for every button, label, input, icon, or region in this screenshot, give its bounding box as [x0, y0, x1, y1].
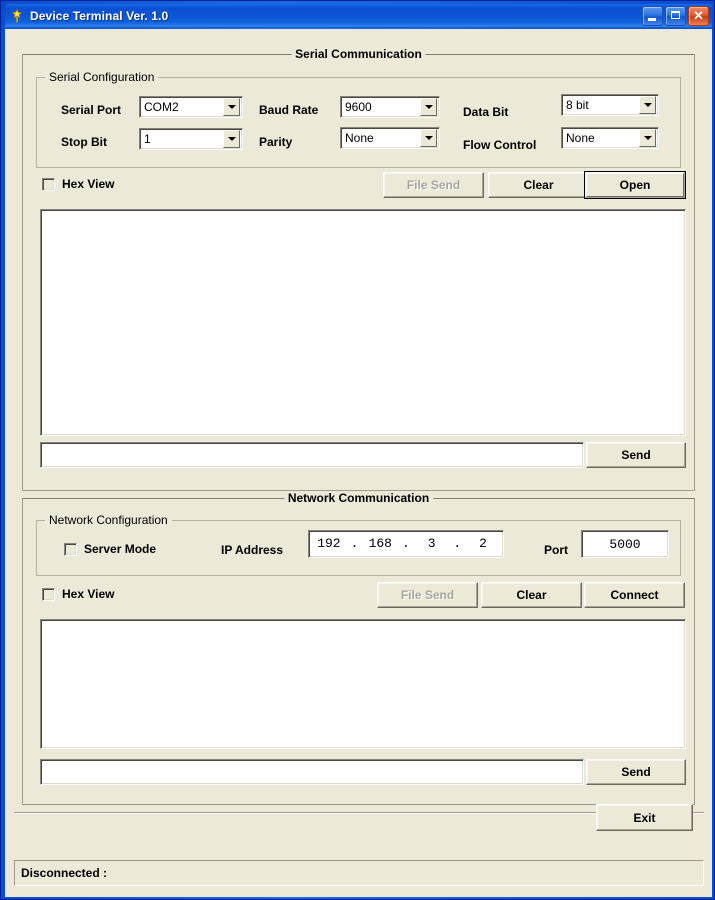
serial-hex-view-checkbox[interactable]: Hex View	[42, 177, 114, 191]
network-connect-label: Connect	[610, 588, 659, 602]
flow-control-combobox[interactable]: None	[561, 127, 659, 149]
serial-configuration-group: Serial Configuration	[36, 70, 681, 168]
chevron-down-icon[interactable]	[420, 129, 437, 147]
stop-bit-label: Stop Bit	[61, 135, 107, 149]
baud-rate-label: Baud Rate	[259, 103, 319, 117]
data-bit-combobox[interactable]: 8 bit	[561, 94, 659, 116]
port-label: Port	[544, 543, 568, 557]
flow-control-label: Flow Control	[463, 138, 537, 152]
network-hex-view-checkbox[interactable]: Hex View	[42, 587, 114, 601]
network-communication-group-title: Network Communication	[283, 491, 434, 505]
pushpin-icon	[9, 8, 25, 24]
network-clear-label: Clear	[516, 588, 547, 602]
chevron-down-icon[interactable]	[223, 130, 240, 148]
data-bit-value: 8 bit	[566, 98, 589, 112]
network-hex-view-label: Hex View	[62, 587, 115, 601]
ip-address-input[interactable]: 192 . 168 . 3 . 2	[308, 530, 504, 558]
title-bar[interactable]: Device Terminal Ver. 1.0 ✕	[5, 4, 712, 28]
close-icon: ✕	[693, 8, 704, 23]
chevron-down-icon[interactable]	[639, 129, 656, 147]
exit-button[interactable]: Exit	[596, 804, 693, 831]
maximize-button[interactable]	[665, 6, 686, 26]
stop-bit-value: 1	[144, 132, 151, 146]
ip-separator: .	[453, 536, 462, 551]
network-connect-button[interactable]: Connect	[584, 582, 685, 608]
server-mode-checkbox[interactable]: Server Mode	[64, 542, 156, 556]
exit-label: Exit	[633, 810, 656, 825]
server-mode-label: Server Mode	[84, 542, 157, 556]
baud-rate-combobox[interactable]: 9600	[340, 96, 440, 118]
network-configuration-group-title: Network Configuration	[45, 513, 172, 527]
port-value: 5000	[609, 536, 641, 552]
minimize-button[interactable]	[642, 6, 663, 26]
serial-hex-view-label: Hex View	[62, 177, 115, 191]
chevron-down-icon[interactable]	[639, 96, 656, 114]
stop-bit-combobox[interactable]: 1	[139, 128, 243, 150]
client-area: Serial Communication Serial Configuratio…	[5, 29, 712, 897]
network-send-label: Send	[621, 765, 651, 779]
ip-octet-3: 3	[427, 536, 436, 551]
ip-octet-1: 192	[317, 536, 341, 551]
minimize-icon	[648, 18, 656, 21]
serial-clear-label: Clear	[523, 178, 554, 192]
window-title: Device Terminal Ver. 1.0	[30, 9, 169, 23]
ip-address-label: IP Address	[221, 543, 284, 557]
ip-octet-2: 168	[368, 536, 392, 551]
chevron-down-icon[interactable]	[223, 98, 240, 116]
network-send-button[interactable]: Send	[586, 759, 686, 785]
ip-octet-4: 2	[479, 536, 487, 551]
network-clear-button[interactable]: Clear	[481, 582, 582, 608]
ip-separator: .	[350, 536, 359, 551]
chevron-down-icon[interactable]	[420, 98, 437, 116]
flow-control-value: None	[566, 131, 595, 145]
network-file-send-button[interactable]: File Send	[377, 582, 478, 608]
network-send-input[interactable]	[40, 759, 584, 785]
window-controls: ✕	[642, 6, 709, 26]
serial-configuration-group-title: Serial Configuration	[45, 70, 159, 84]
serial-file-send-button[interactable]: File Send	[383, 172, 484, 198]
serial-send-label: Send	[621, 448, 651, 462]
status-bar: Disconnected :	[14, 860, 704, 886]
serial-port-label: Serial Port	[61, 103, 122, 117]
serial-communication-group-title: Serial Communication	[291, 47, 426, 61]
network-file-send-label: File Send	[400, 588, 455, 602]
status-text: Disconnected :	[21, 866, 108, 880]
baud-rate-value: 9600	[345, 100, 372, 114]
serial-log-textarea[interactable]	[40, 209, 686, 436]
serial-file-send-label: File Send	[406, 178, 461, 192]
checkbox-box-icon	[42, 587, 55, 601]
application-window: Device Terminal Ver. 1.0 ✕ Serial Commun…	[0, 0, 715, 900]
network-log-textarea[interactable]	[40, 619, 686, 749]
close-button[interactable]: ✕	[688, 6, 709, 26]
ip-separator: .	[402, 536, 410, 551]
serial-send-button[interactable]: Send	[586, 442, 686, 468]
parity-combobox[interactable]: None	[340, 127, 440, 149]
serial-port-combobox[interactable]: COM2	[139, 96, 243, 118]
port-input[interactable]: 5000	[581, 530, 669, 558]
checkbox-box-icon	[64, 542, 77, 556]
serial-clear-button[interactable]: Clear	[488, 172, 589, 198]
serial-port-value: COM2	[144, 100, 179, 114]
parity-label: Parity	[259, 135, 293, 149]
parity-value: None	[345, 131, 374, 145]
data-bit-label: Data Bit	[463, 105, 509, 119]
serial-send-input[interactable]	[40, 442, 584, 468]
maximize-icon	[671, 11, 680, 19]
checkbox-box-icon	[42, 177, 55, 191]
serial-open-button[interactable]: Open	[584, 171, 686, 199]
serial-open-label: Open	[619, 178, 651, 192]
